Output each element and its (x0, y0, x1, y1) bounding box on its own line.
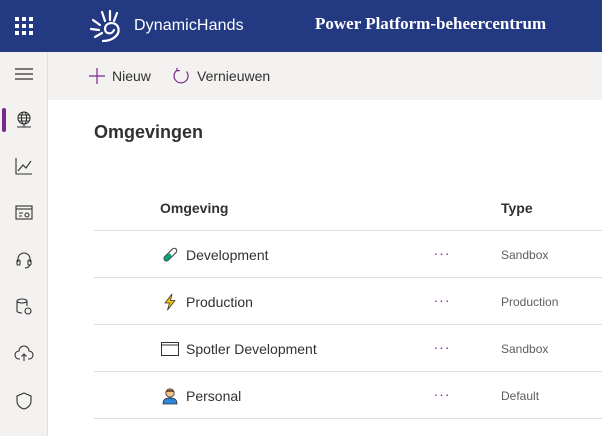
environment-name: Production (186, 293, 253, 310)
app-title: Power Platform-beheercentrum (315, 14, 547, 33)
globe-icon (17, 111, 31, 128)
environments-table: Omgeving Type Development ··· Sandbox Pr… (94, 185, 602, 419)
more-actions-button[interactable]: ··· (428, 335, 456, 359)
left-navigation (0, 52, 48, 436)
nav-item-data-export[interactable] (0, 334, 48, 374)
refresh-icon (173, 67, 189, 83)
analytics-icon (15, 158, 32, 175)
environment-type: Sandbox (501, 247, 549, 262)
window-icon (160, 339, 180, 359)
lightning-icon (160, 292, 180, 312)
table-header: Omgeving Type (94, 185, 602, 231)
refresh-button-label: Vernieuwen (197, 68, 271, 84)
environment-type: Production (501, 294, 559, 309)
brand-name: DynamicHands (134, 17, 244, 34)
page-title: Omgevingen (94, 122, 204, 142)
nav-item-resources[interactable] (0, 193, 48, 233)
nav-item-environments[interactable] (0, 99, 48, 139)
table-row[interactable]: Production ··· Production (94, 278, 602, 325)
hamburger-icon (15, 68, 33, 80)
column-header-environment[interactable]: Omgeving (160, 200, 228, 216)
top-bar: DynamicHands Power Platform-beheercentru… (0, 0, 602, 52)
table-row[interactable]: Personal ··· Default (94, 372, 602, 419)
environment-type: Sandbox (501, 341, 549, 356)
table-row[interactable]: Development ··· Sandbox (94, 231, 602, 278)
refresh-button[interactable]: Vernieuwen (172, 64, 270, 88)
environment-name-cell[interactable]: Production (160, 278, 253, 325)
cloud-upload-icon (14, 345, 34, 361)
table-row[interactable]: Spotler Development ··· Sandbox (94, 325, 602, 372)
column-header-type[interactable]: Type (501, 200, 533, 216)
environment-name: Spotler Development (186, 340, 317, 357)
environment-name-cell[interactable]: Spotler Development (160, 325, 317, 372)
waffle-icon (15, 17, 33, 35)
new-button-label: Nieuw (112, 68, 151, 84)
environment-name: Personal (186, 387, 242, 404)
nav-item-help-support[interactable] (0, 240, 48, 280)
more-actions-button[interactable]: ··· (428, 241, 456, 265)
environment-name-cell[interactable]: Development (160, 231, 269, 278)
data-integration-icon (16, 298, 32, 315)
nav-collapse-button[interactable] (0, 54, 48, 94)
brand-logo[interactable]: DynamicHands (88, 8, 244, 44)
app-launcher-button[interactable] (0, 0, 48, 52)
new-button[interactable]: Nieuw (88, 64, 151, 88)
hand-logo-icon (89, 9, 120, 43)
person-icon (160, 386, 180, 406)
command-bar: Nieuw Vernieuwen (48, 52, 602, 100)
environment-type: Default (501, 388, 540, 403)
environment-name-cell[interactable]: Personal (160, 372, 241, 419)
more-actions-button[interactable]: ··· (428, 288, 456, 312)
environment-name: Development (186, 246, 269, 263)
more-actions-button[interactable]: ··· (428, 382, 456, 406)
headset-icon (16, 252, 32, 269)
plus-icon (89, 68, 105, 84)
nav-item-data-integration[interactable] (0, 287, 48, 327)
shield-icon (16, 392, 32, 410)
test-tube-icon (160, 245, 180, 265)
nav-item-policies[interactable] (0, 381, 48, 421)
resources-icon (15, 205, 33, 220)
nav-item-analytics[interactable] (0, 146, 48, 186)
nav-selected-indicator (2, 108, 6, 132)
